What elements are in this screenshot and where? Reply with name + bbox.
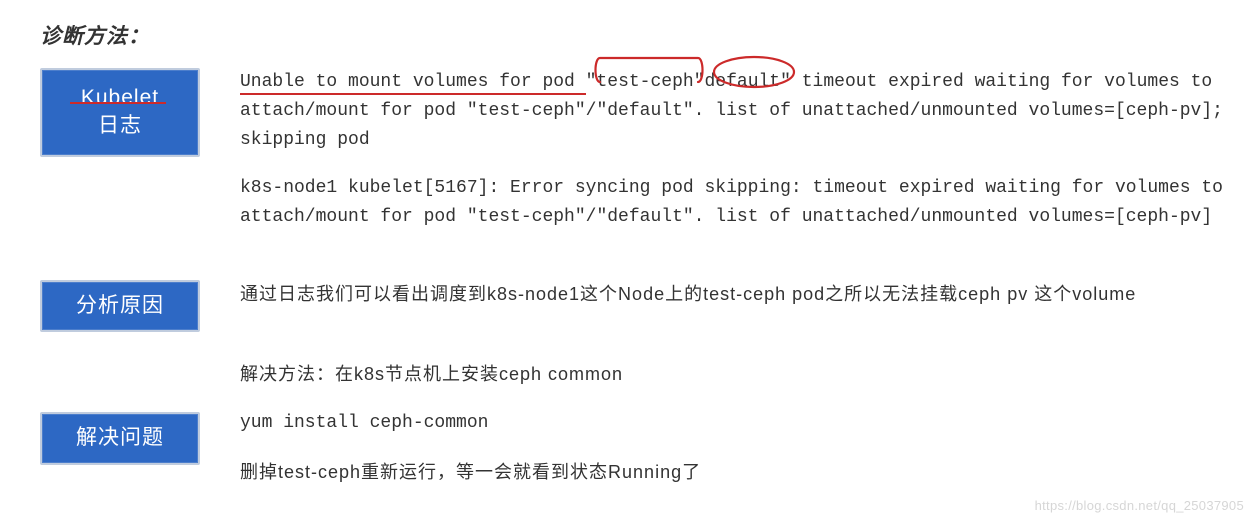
log-p1-testceph: test-ceph <box>596 72 693 92</box>
section-kubelet-log: Kubelet 日志 Unable to mount volumes for p… <box>30 68 1226 252</box>
label-solve: 解决问题 <box>40 412 200 464</box>
label-kubelet-line1: Kubelet <box>81 84 159 112</box>
annotation-underline-icon <box>70 102 166 104</box>
kubelet-log-content: Unable to mount volumes for pod "test-ce… <box>240 68 1226 252</box>
analysis-content: 通过日志我们可以看出调度到k8s-node1这个Node上的test-ceph … <box>240 280 1226 329</box>
label-kubelet: Kubelet 日志 <box>40 68 200 157</box>
log-paragraph-1: Unable to mount volumes for pod "test-ce… <box>240 68 1226 154</box>
page-title: 诊断方法： <box>40 20 1226 50</box>
solve-line1: 解决方法：在k8s节点机上安装ceph common <box>240 360 1226 389</box>
solve-line3: 删掉test-ceph重新运行，等一会就看到状态Running了 <box>240 458 1226 487</box>
log-p1-pre: Unable to mount volumes for pod <box>240 72 586 95</box>
solve-line2: yum install ceph-common <box>240 409 1226 438</box>
watermark: https://blog.csdn.net/qq_25037905 <box>1035 498 1244 513</box>
label-analysis: 分析原因 <box>40 280 200 332</box>
log-paragraph-2: k8s-node1 kubelet[5167]: Error syncing p… <box>240 174 1226 232</box>
log-p1-default: default" <box>705 72 791 92</box>
label-kubelet-line2: 日志 <box>98 112 142 140</box>
solve-content: 解决方法：在k8s节点机上安装ceph common yum install c… <box>240 360 1226 506</box>
log-p1-q1: " <box>586 72 597 92</box>
section-solve: 解决问题 解决方法：在k8s节点机上安装ceph common yum inst… <box>30 360 1226 506</box>
section-analysis: 分析原因 通过日志我们可以看出调度到k8s-node1这个Node上的test-… <box>30 280 1226 332</box>
analysis-text: 通过日志我们可以看出调度到k8s-node1这个Node上的test-ceph … <box>240 280 1226 309</box>
log-p1-q2: " <box>694 72 705 92</box>
